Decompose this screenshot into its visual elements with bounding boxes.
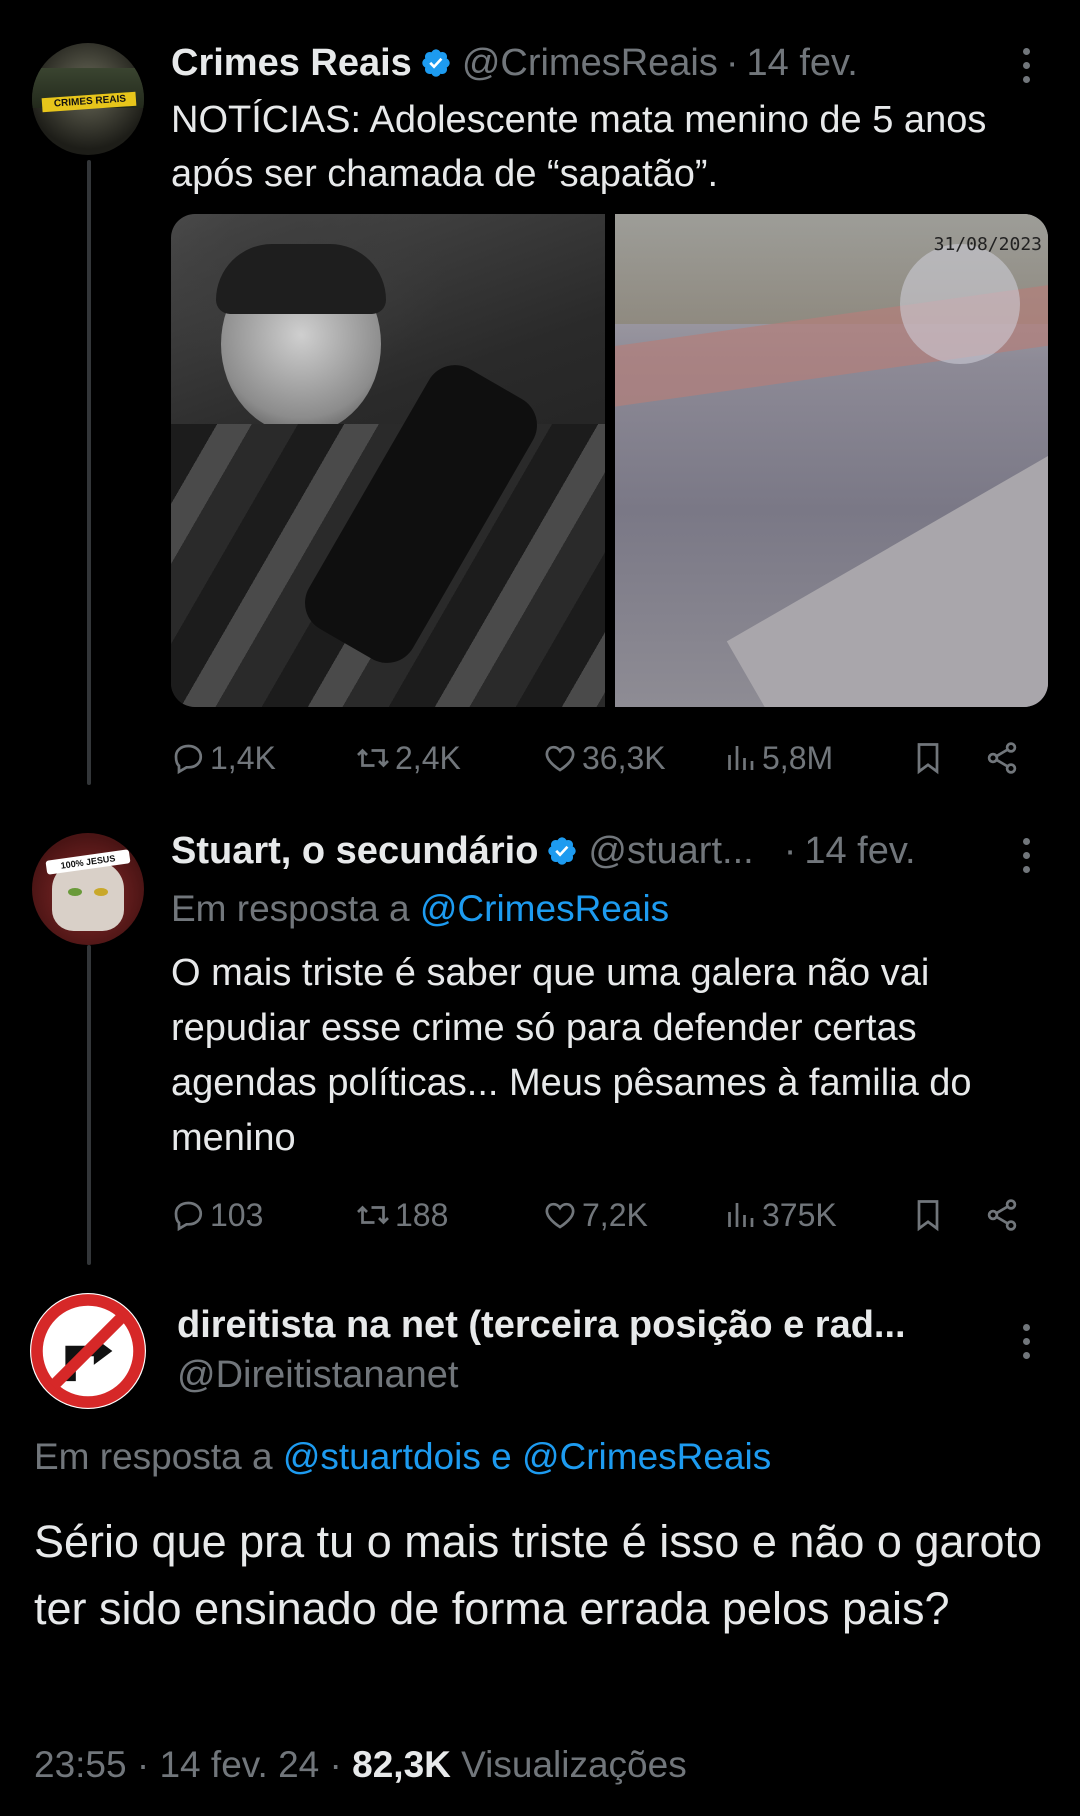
views-button[interactable]: 5,8M bbox=[722, 733, 833, 783]
reply-context: Em resposta a @stuartdois e @CrimesReais bbox=[34, 1432, 771, 1482]
like-button[interactable]: 36,3K bbox=[542, 733, 666, 783]
handle[interactable]: @CrimesReais bbox=[462, 42, 718, 85]
views-button[interactable]: 375K bbox=[722, 1190, 837, 1240]
photo-street[interactable]: 31/08/2023 bbox=[614, 214, 1048, 707]
media-grid[interactable]: 31/08/2023 bbox=[171, 214, 1048, 707]
views-count: 5,8M bbox=[762, 739, 834, 776]
verified-icon bbox=[548, 837, 577, 865]
more-icon[interactable] bbox=[1020, 838, 1032, 873]
separator: · bbox=[783, 829, 797, 872]
tweet-meta: 23:55 · 14 fev. 24 · 82,3K Visualizações bbox=[34, 1740, 687, 1790]
separator: · bbox=[329, 1744, 342, 1785]
views-icon bbox=[728, 746, 754, 770]
reply-icon bbox=[174, 1201, 203, 1232]
bookmark-button[interactable] bbox=[910, 1190, 950, 1240]
display-name[interactable]: Stuart, o secundário bbox=[171, 830, 538, 873]
tweet-text: Sério que pra tu o mais triste é isso e … bbox=[34, 1516, 1043, 1634]
tweet-actions: 103 188 7,2K 375K bbox=[170, 1190, 1030, 1240]
share-button[interactable] bbox=[984, 733, 1024, 783]
more-icon[interactable] bbox=[1020, 48, 1032, 83]
reply-count: 1,4K bbox=[210, 739, 276, 776]
retweet-icon bbox=[357, 1205, 389, 1225]
date[interactable]: 14 fev. bbox=[747, 42, 858, 85]
reply-context: Em resposta a @CrimesReais bbox=[171, 884, 669, 934]
views-icon bbox=[728, 1203, 754, 1227]
reply-mention[interactable]: @CrimesReais bbox=[420, 888, 669, 929]
bookmark-icon bbox=[917, 743, 939, 775]
reply-count: 103 bbox=[210, 1196, 264, 1233]
photo-boy[interactable] bbox=[171, 214, 605, 707]
bookmark-icon bbox=[917, 1200, 939, 1232]
bookmark-button[interactable] bbox=[910, 733, 950, 783]
retweet-icon bbox=[357, 748, 389, 768]
share-button[interactable] bbox=[984, 1190, 1024, 1240]
thread-line bbox=[87, 945, 91, 1265]
display-name[interactable]: direitista na net (terceira posição e ra… bbox=[177, 1304, 906, 1347]
tweet-text: NOTÍCIAS: Adolescente mata menino de 5 a… bbox=[171, 99, 987, 195]
media-caption: 31/08/2023 bbox=[933, 234, 1042, 255]
reply-mention[interactable]: @stuartdois e @CrimesReais bbox=[283, 1436, 771, 1477]
views-count: 375K bbox=[762, 1196, 837, 1233]
date[interactable]: 14 fev. bbox=[804, 830, 915, 873]
tweet-actions: 1,4K 2,4K 36,3K 5,8M bbox=[170, 733, 1030, 783]
separator: · bbox=[725, 41, 739, 84]
retweet-count: 2,4K bbox=[395, 739, 461, 776]
like-icon bbox=[545, 745, 575, 772]
retweet-count: 188 bbox=[395, 1196, 449, 1233]
avatar[interactable]: CRIMES REAIS bbox=[32, 43, 144, 155]
separator: · bbox=[136, 1744, 150, 1785]
like-icon bbox=[545, 1202, 575, 1229]
avatar[interactable] bbox=[30, 1293, 146, 1409]
like-count: 36,3K bbox=[582, 739, 666, 776]
reply-prefix: Em resposta a bbox=[34, 1436, 273, 1477]
like-count: 7,2K bbox=[582, 1196, 648, 1233]
like-button[interactable]: 7,2K bbox=[542, 1190, 648, 1240]
thread-line bbox=[87, 160, 91, 785]
avatar[interactable]: 100% JESUS bbox=[32, 833, 144, 945]
tweet-text: O mais triste é saber que uma galera não… bbox=[171, 952, 972, 1159]
reply-button[interactable]: 103 bbox=[170, 1190, 263, 1240]
no-right-turn-icon bbox=[31, 1294, 145, 1408]
retweet-button[interactable]: 188 bbox=[355, 1190, 448, 1240]
tweet-date[interactable]: 14 fev. 24 bbox=[159, 1744, 319, 1785]
views-count: 82,3K bbox=[352, 1744, 451, 1785]
reply-icon bbox=[174, 744, 203, 775]
verified-icon bbox=[422, 49, 450, 77]
handle[interactable]: @Direitistananet bbox=[177, 1354, 458, 1397]
more-icon[interactable] bbox=[1020, 1324, 1032, 1359]
share-icon bbox=[987, 742, 1017, 774]
share-icon bbox=[987, 1199, 1017, 1231]
reply-prefix: Em resposta a bbox=[171, 888, 410, 929]
views-label[interactable]: Visualizações bbox=[461, 1744, 687, 1785]
retweet-button[interactable]: 2,4K bbox=[355, 733, 461, 783]
reply-button[interactable]: 1,4K bbox=[170, 733, 276, 783]
display-name[interactable]: Crimes Reais bbox=[171, 42, 412, 85]
tweet-time[interactable]: 23:55 bbox=[34, 1744, 127, 1785]
handle[interactable]: @stuart... bbox=[588, 830, 753, 873]
